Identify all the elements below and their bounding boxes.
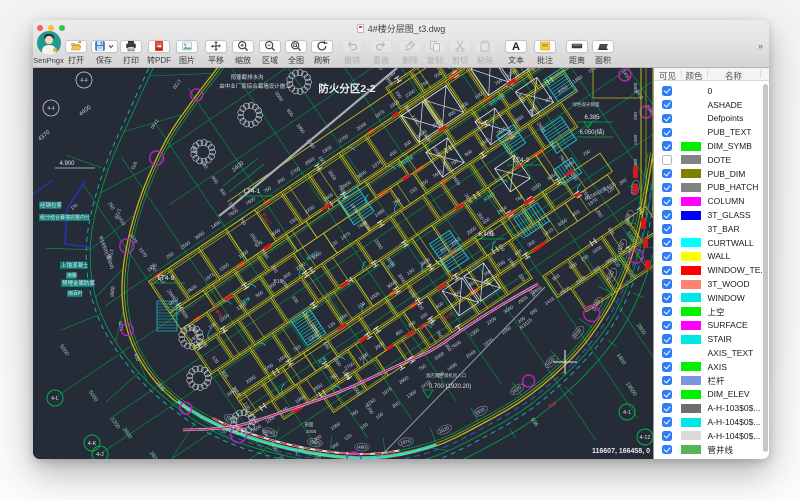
svg-text:4-1: 4-1	[623, 410, 631, 416]
svg-text:4-L: 4-L	[51, 396, 59, 402]
svg-text:上锚混凝土: 上锚混凝土	[61, 261, 89, 269]
svg-text:(490): (490)	[356, 444, 368, 450]
svg-text:LT4-9: LT4-9	[158, 275, 175, 282]
svg-text:4.900: 4.900	[59, 161, 75, 167]
svg-text:2300: 2300	[633, 82, 639, 93]
svg-text:雨百叶: 雨百叶	[68, 290, 83, 297]
svg-text:由中业厂家综合幕墙设计施工: 由中业厂家综合幕墙设计施工	[219, 82, 291, 90]
svg-text:预埋金属防腐: 预埋金属防腐	[62, 279, 96, 287]
svg-text:雨棚: 雨棚	[67, 272, 77, 279]
svg-text:4-K: 4-K	[88, 441, 97, 447]
svg-text:6.400: 6.400	[478, 232, 494, 238]
svg-text:6.385: 6.385	[584, 115, 600, 121]
svg-text:组分结合幕墙完整内分: 组分结合幕墙完整内分	[40, 214, 90, 221]
svg-text:防火分区2-2: 防火分区2-2	[318, 82, 375, 95]
svg-text:116607, 166458, 0: 116607, 166458, 0	[592, 448, 650, 455]
svg-text:4-12: 4-12	[639, 435, 650, 441]
svg-text:0.700 (1920.20): 0.700 (1920.20)	[429, 384, 471, 390]
svg-text:经钢拉索: 经钢拉索	[40, 201, 63, 209]
svg-text:剖面: 剖面	[305, 421, 314, 428]
svg-text:B10: B10	[274, 279, 283, 285]
svg-text:6.050(结): 6.050(结)	[579, 128, 604, 136]
svg-text:LT4-1: LT4-1	[244, 188, 261, 195]
svg-text:A: A	[512, 41, 520, 52]
svg-text:200: 200	[633, 111, 639, 119]
svg-text:2008: 2008	[306, 429, 317, 434]
svg-text:酒店南空调机房入口: 酒店南空调机房入口	[426, 372, 467, 379]
svg-text:1200: 1200	[633, 134, 639, 145]
svg-text:雨篷截排水沟: 雨篷截排水沟	[230, 73, 264, 81]
svg-text:4-4: 4-4	[80, 78, 87, 84]
svg-text:8068: 8068	[108, 285, 115, 296]
svg-text:4-J: 4-J	[96, 452, 104, 458]
svg-text:LT4-2: LT4-2	[513, 157, 530, 164]
svg-text:绿色观光侧面: 绿色观光侧面	[573, 101, 600, 108]
svg-text:4-4: 4-4	[47, 106, 54, 112]
